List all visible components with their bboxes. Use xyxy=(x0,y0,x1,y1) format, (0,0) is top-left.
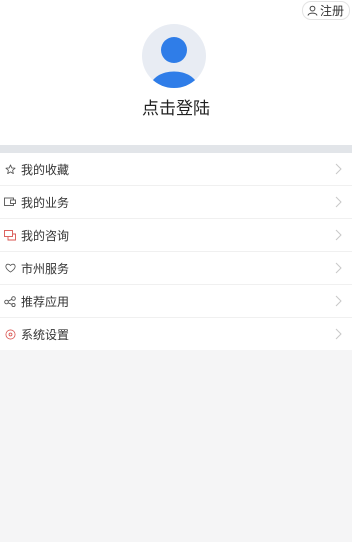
chevron-right-icon xyxy=(332,195,344,209)
business-card-icon xyxy=(4,196,16,208)
section-divider xyxy=(0,145,352,153)
menu-item-label: 推荐应用 xyxy=(21,294,70,309)
user-icon xyxy=(307,5,318,16)
profile-header: 注册 点击登陆 xyxy=(0,0,352,145)
register-button[interactable]: 注册 xyxy=(301,1,350,20)
menu-item-city-services[interactable]: 市州服务 xyxy=(0,252,352,285)
menu-item-label: 我的业务 xyxy=(21,195,70,210)
heart-icon xyxy=(4,262,16,274)
chevron-right-icon xyxy=(332,261,344,275)
menu-item-consultation[interactable]: 我的咨询 xyxy=(0,219,352,252)
menu-item-label: 系统设置 xyxy=(21,327,70,342)
settings-icon xyxy=(4,328,16,340)
menu-item-business[interactable]: 我的业务 xyxy=(0,186,352,219)
chevron-right-icon xyxy=(332,162,344,176)
share-icon xyxy=(4,295,16,307)
menu-list: 我的收藏 我的业务 我的咨询 市州服务 推荐应用 系统设置 xyxy=(0,153,352,350)
menu-item-favorites[interactable]: 我的收藏 xyxy=(0,153,352,186)
login-prompt[interactable]: 点击登陆 xyxy=(0,94,352,119)
menu-item-label: 市州服务 xyxy=(21,261,70,276)
menu-item-label: 我的收藏 xyxy=(21,162,70,177)
chat-icon xyxy=(4,229,16,241)
menu-item-recommended-apps[interactable]: 推荐应用 xyxy=(0,285,352,318)
star-icon xyxy=(4,163,16,175)
register-label: 注册 xyxy=(319,4,344,18)
menu-item-system-settings[interactable]: 系统设置 xyxy=(0,318,352,350)
chevron-right-icon xyxy=(332,327,344,341)
chevron-right-icon xyxy=(332,294,344,308)
avatar[interactable] xyxy=(142,24,206,88)
chevron-right-icon xyxy=(332,228,344,242)
menu-item-label: 我的咨询 xyxy=(21,228,70,243)
